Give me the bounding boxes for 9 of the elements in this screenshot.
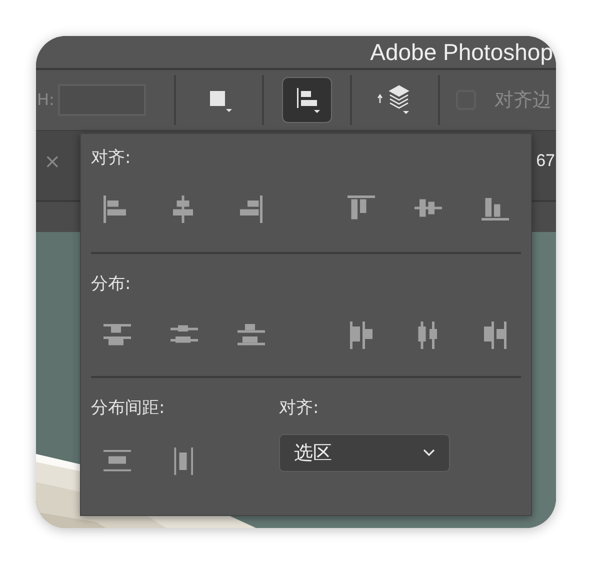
section-label: 分布: xyxy=(91,273,132,296)
section-label: 对齐: xyxy=(279,397,320,420)
align-to-dropdown[interactable]: 选区 xyxy=(279,434,450,472)
section-label: 对齐: xyxy=(91,147,132,170)
align-button[interactable] xyxy=(282,77,332,123)
window-title: Adobe Photoshop xyxy=(370,38,553,67)
tab-title: 67 xyxy=(536,150,555,172)
section-label: 分布间距: xyxy=(91,397,166,420)
chevron-down-icon xyxy=(423,449,435,457)
